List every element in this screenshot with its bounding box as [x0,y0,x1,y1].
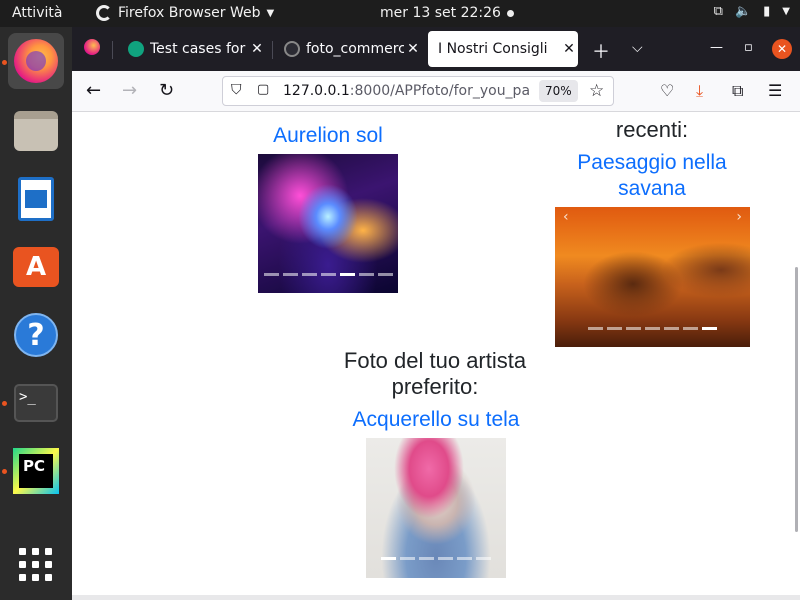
bookmark-star-icon[interactable]: ☆ [589,81,604,101]
page-info-icon[interactable]: ▢ [257,82,269,97]
close-icon[interactable]: ✕ [560,41,578,57]
dock-help[interactable]: ? [8,307,64,363]
dock-terminal[interactable]: >_ [8,375,64,431]
notification-dot [507,10,514,17]
running-indicator [2,60,7,65]
section-artist-heading: Foto del tuo artista preferito: [343,348,527,399]
activities-button[interactable]: Attività [12,5,62,21]
page-content: Aurelion sol recenti: Paesaggio nella sav… [72,112,800,600]
system-top-bar: Attività Firefox Browser Web ▼ mer 13 se… [0,0,800,27]
url-bar[interactable]: ⛉ ▢ 127.0.0.1:8000/APPfoto/for_you_pa 70… [222,76,614,106]
dock-app-center[interactable]: A [8,239,64,295]
tab-label: Test cases for [150,41,246,57]
reload-button[interactable]: ↻ [159,80,174,101]
carousel-indicators[interactable] [258,273,398,276]
pycharm-icon: PC [13,448,59,494]
photo-3-title-link[interactable]: Acquerello su tela [326,407,546,433]
app-menu-label: Firefox Browser Web [118,5,261,21]
tracking-protection-icon[interactable]: ⛉ [231,82,242,98]
list-all-tabs-button[interactable]: ⌵ [632,40,643,56]
network-icon[interactable]: ⧉ [714,4,723,19]
dock-firefox[interactable] [8,33,64,89]
firefox-view-icon [84,39,100,55]
chevron-down-icon: ▼ [266,7,275,19]
dock-show-apps[interactable] [8,537,64,593]
app-center-icon: A [13,247,59,287]
close-icon[interactable]: ✕ [404,41,422,57]
new-tab-button[interactable]: ＋ [592,38,610,64]
chatgpt-icon [128,41,144,57]
chevron-down-icon[interactable]: ▼ [782,6,790,17]
photo-3-watercolor[interactable] [366,438,506,578]
files-icon [14,111,58,151]
tab-nostri-consigli[interactable]: I Nostri Consigli ✕ [428,31,578,67]
photo-1-aurelion-sol[interactable] [258,154,398,293]
scrollbar-thumb[interactable] [795,267,798,532]
show-apps-icon [19,548,53,582]
tab-foto-commerc[interactable]: foto_commerc ✕ [274,31,422,67]
url-text[interactable]: 127.0.0.1:8000/APPfoto/for_you_pa [283,83,538,99]
dock-pycharm[interactable]: PC [8,443,64,499]
carousel-next-arrow[interactable]: › [736,209,742,225]
minimize-button[interactable]: — [710,40,723,55]
photo-2-title-link[interactable]: Paesaggio nella savana [557,150,747,202]
close-icon[interactable]: ✕ [248,41,266,57]
writer-icon [18,177,54,221]
download-icon[interactable]: ⤓ [696,81,703,101]
photo-2-savana-landscape[interactable]: ‹ › [555,207,750,347]
system-tray[interactable]: ⧉ 🔈 ▮ ▼ [714,4,790,19]
forward-button[interactable]: → [122,80,137,101]
pocket-icon[interactable]: ♡ [660,81,674,100]
running-indicator [2,401,7,406]
section-recent-heading: recenti: [615,117,689,142]
tab-bar: Test cases for ✕ foto_commerc ✕ I Nostri… [72,27,800,71]
volume-icon[interactable]: 🔈 [735,4,751,19]
extensions-icon[interactable]: ⧉ [732,81,743,101]
page-bottom-edge [72,595,800,600]
terminal-icon: >_ [14,384,58,422]
battery-icon[interactable]: ▮ [763,4,770,19]
maximize-button[interactable]: ▫ [744,40,753,55]
carousel-prev-arrow[interactable]: ‹ [563,209,569,225]
dock-writer[interactable] [8,171,64,227]
app-menu[interactable]: Firefox Browser Web ▼ [96,5,274,21]
navigation-bar: ← → ↻ ⛉ ▢ 127.0.0.1:8000/APPfoto/for_you… [72,71,800,112]
running-indicator [2,469,7,474]
firefox-view-button[interactable] [84,39,100,60]
back-button[interactable]: ← [86,80,101,101]
carousel-indicators[interactable] [555,327,750,330]
firefox-small-icon [96,5,112,21]
carousel-indicators[interactable] [366,557,506,560]
zoom-indicator[interactable]: 70% [539,80,578,102]
clock[interactable]: mer 13 set 22:26 [380,5,501,21]
photo-1-title-link[interactable]: Aurelion sol [248,123,408,149]
firefox-icon [14,39,58,83]
dock-files[interactable] [8,103,64,159]
menu-icon[interactable]: ☰ [768,81,782,100]
github-icon [284,41,300,57]
dock: A ? >_ PC [0,27,72,600]
tab-label: foto_commerc [306,41,404,57]
window-close-button[interactable]: ✕ [772,39,792,59]
help-icon: ? [14,313,58,357]
tab-label: I Nostri Consigli [438,41,548,57]
tab-test-cases[interactable]: Test cases for ✕ [118,31,266,67]
